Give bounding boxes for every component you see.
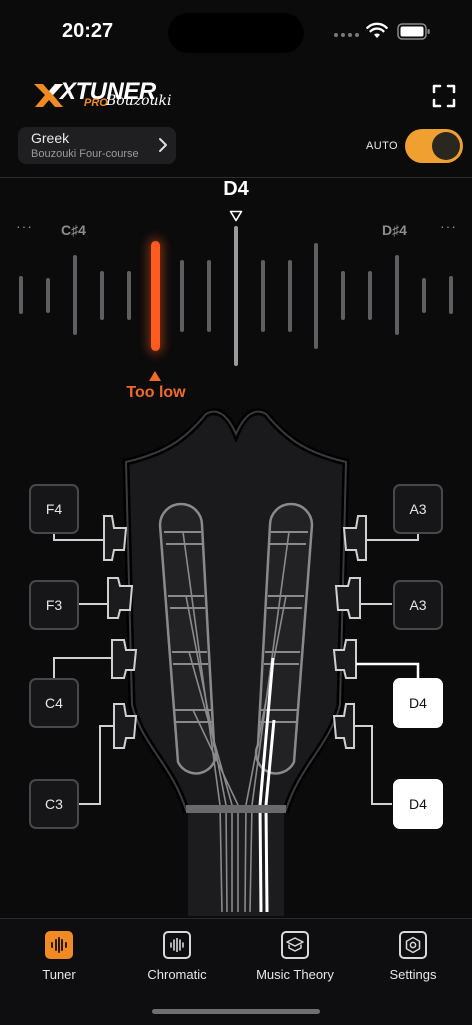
chevron-right-icon bbox=[159, 138, 167, 152]
tab-tuner-label: Tuner bbox=[42, 967, 76, 982]
logo-script: Bouzouki bbox=[106, 93, 172, 109]
headstock-illustration bbox=[53, 408, 420, 916]
battery-icon bbox=[397, 23, 430, 40]
tab-settings[interactable]: Settings bbox=[354, 931, 472, 982]
meter-tick bbox=[368, 271, 372, 320]
next-note: D♯4 bbox=[382, 222, 407, 238]
meter-center-line bbox=[234, 226, 238, 366]
tab-chromatic-label: Chromatic bbox=[147, 967, 207, 982]
meter-tick bbox=[341, 271, 345, 320]
preset-title: Greek bbox=[31, 130, 70, 146]
auto-toggle[interactable] bbox=[405, 129, 463, 163]
meter-tick bbox=[180, 260, 184, 332]
chromatic-icon bbox=[163, 931, 191, 959]
settings-icon bbox=[399, 931, 427, 959]
meter-tick bbox=[127, 271, 131, 320]
logo-pro: PRO bbox=[84, 97, 108, 109]
prev-note: C♯4 bbox=[61, 222, 86, 238]
too-low-arrow-icon bbox=[149, 371, 161, 381]
meter-indicator-active bbox=[151, 241, 160, 351]
tab-music-theory[interactable]: Music Theory bbox=[236, 931, 354, 982]
home-indicator bbox=[152, 1009, 320, 1014]
meter-tick bbox=[73, 255, 77, 335]
meter-tick bbox=[19, 276, 23, 314]
meter-tick bbox=[100, 271, 104, 320]
peg-left-2-button[interactable]: F3 bbox=[29, 580, 79, 630]
target-note: D4 bbox=[223, 178, 249, 200]
meter-tick bbox=[422, 278, 426, 313]
meter-tick bbox=[288, 260, 292, 332]
peg-left-4-button[interactable]: C3 bbox=[29, 779, 79, 829]
meter-tick bbox=[395, 255, 399, 335]
cellular-signal-icon bbox=[334, 33, 359, 37]
peg-right-2-button[interactable]: A3 bbox=[393, 580, 443, 630]
more-left-icon: ··· bbox=[16, 218, 33, 234]
tuner-icon bbox=[45, 931, 73, 959]
tab-music-theory-label: Music Theory bbox=[256, 967, 334, 982]
fullscreen-icon[interactable] bbox=[432, 84, 456, 108]
more-right-icon: ··· bbox=[440, 218, 457, 234]
meter-tick bbox=[449, 276, 453, 314]
dynamic-island bbox=[168, 13, 304, 53]
wifi-icon bbox=[366, 22, 388, 38]
auto-label: AUTO bbox=[366, 140, 398, 152]
status-time: 20:27 bbox=[62, 20, 114, 42]
preset-subtitle: Bouzouki Four-course bbox=[31, 148, 139, 160]
meter-tick bbox=[207, 260, 211, 332]
pointer-triangle-icon bbox=[229, 210, 243, 222]
music-theory-icon bbox=[281, 931, 309, 959]
tab-chromatic[interactable]: Chromatic bbox=[118, 931, 236, 982]
meter-tick bbox=[314, 243, 318, 349]
meter-tick bbox=[46, 278, 50, 313]
peg-left-3-button[interactable]: C4 bbox=[29, 678, 79, 728]
meter-tick bbox=[261, 260, 265, 332]
preset-selector[interactable]: Greek Bouzouki Four-course bbox=[18, 127, 176, 164]
peg-right-3-button[interactable]: D4 bbox=[393, 678, 443, 728]
tab-tuner[interactable]: Tuner bbox=[0, 931, 118, 982]
peg-right-1-button[interactable]: A3 bbox=[393, 484, 443, 534]
peg-left-1-button[interactable]: F4 bbox=[29, 484, 79, 534]
tab-settings-label: Settings bbox=[389, 967, 437, 982]
peg-right-4-button[interactable]: D4 bbox=[393, 779, 443, 829]
